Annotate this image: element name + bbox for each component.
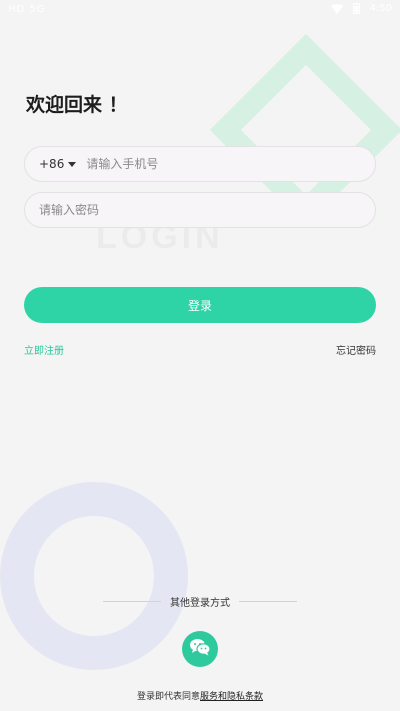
wechat-icon (189, 638, 211, 660)
other-login-divider: 其他登录方式 (0, 594, 400, 609)
welcome-title: 欢迎回来 ！ (26, 94, 128, 116)
forgot-password-link[interactable]: 忘记密码 (336, 342, 376, 357)
decorative-ring (0, 482, 188, 670)
status-bar: HD 5G 4:50 (0, 0, 400, 22)
phone-input[interactable] (86, 147, 375, 181)
carrier-text: HD 5G (8, 4, 46, 15)
battery-icon (352, 3, 360, 14)
divider-line-right (239, 601, 297, 602)
other-login-label: 其他登录方式 (170, 598, 230, 609)
agreement-text: 登录即代表同意服务和隐私条款 (0, 689, 400, 702)
dropdown-arrow-icon (68, 161, 77, 167)
clock-text: 4:50 (369, 3, 392, 14)
agreement-prefix: 登录即代表同意 (136, 692, 200, 702)
phone-field: +86 (24, 146, 376, 182)
status-icons: 4:50 (330, 3, 392, 14)
login-button[interactable]: 登录 (24, 287, 376, 323)
terms-link[interactable]: 服务和隐私条款 (200, 692, 263, 702)
register-link[interactable]: 立即注册 (24, 342, 64, 357)
country-code-selector[interactable]: +86 (39, 157, 77, 171)
wifi-icon (330, 3, 343, 14)
country-code-label: +86 (39, 157, 65, 171)
wechat-login-button[interactable] (182, 631, 218, 667)
password-field (24, 192, 376, 228)
password-input[interactable] (39, 193, 375, 227)
